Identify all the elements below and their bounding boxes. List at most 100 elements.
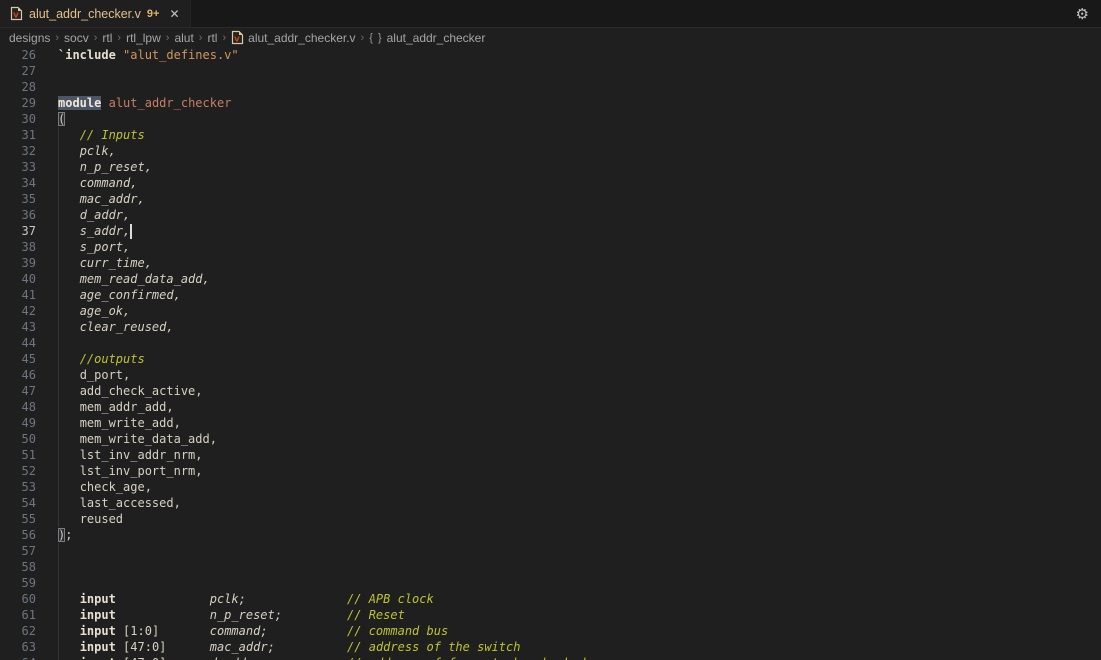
- code-text: [58, 543, 1101, 559]
- code-text: lst_inv_addr_nrm,: [58, 447, 1101, 463]
- svg-text:v: v: [13, 11, 19, 21]
- code-text: age_ok,: [58, 303, 1101, 319]
- code-line-44[interactable]: 44: [0, 335, 1101, 351]
- code-line-58[interactable]: 58: [0, 559, 1101, 575]
- code-line-34[interactable]: 34 command,: [0, 175, 1101, 191]
- line-number: 26: [0, 47, 36, 63]
- breadcrumb-item-alut_addr_checker.v[interactable]: valut_addr_checker.v: [231, 30, 355, 45]
- code-line-53[interactable]: 53 check_age,: [0, 479, 1101, 495]
- code-lines-container: 26`include "alut_defines.v"272829module …: [0, 47, 1101, 660]
- code-line-33[interactable]: 33 n_p_reset,: [0, 159, 1101, 175]
- code-text: input [47:0] d_addr; // address of frame…: [58, 655, 1101, 660]
- code-text: age_confirmed,: [58, 287, 1101, 303]
- code-text: mem_read_data_add,: [58, 271, 1101, 287]
- code-line-61[interactable]: 61 input n_p_reset; // Reset: [0, 607, 1101, 623]
- indent-guide: [58, 543, 59, 660]
- line-number: 62: [0, 623, 36, 639]
- code-text: last_accessed,: [58, 495, 1101, 511]
- code-line-45[interactable]: 45 //outputs: [0, 351, 1101, 367]
- code-line-54[interactable]: 54 last_accessed,: [0, 495, 1101, 511]
- settings-gear-icon[interactable]: ⚙: [1076, 0, 1089, 28]
- code-text: [58, 79, 1101, 95]
- code-line-42[interactable]: 42 age_ok,: [0, 303, 1101, 319]
- code-text: input [1:0] command; // command bus: [58, 623, 1101, 639]
- code-text: mem_addr_add,: [58, 399, 1101, 415]
- breadcrumb-item-rtl[interactable]: rtl: [207, 31, 217, 45]
- breadcrumb-separator: ›: [55, 32, 59, 44]
- code-line-27[interactable]: 27: [0, 63, 1101, 79]
- code-editor[interactable]: 26`include "alut_defines.v"272829module …: [0, 47, 1101, 660]
- tab-alut-addr-checker[interactable]: v alut_addr_checker.v 9+ ✕: [0, 0, 191, 27]
- code-line-31[interactable]: 31 // Inputs: [0, 127, 1101, 143]
- code-line-47[interactable]: 47 add_check_active,: [0, 383, 1101, 399]
- code-text: pclk,: [58, 143, 1101, 159]
- code-line-38[interactable]: 38 s_port,: [0, 239, 1101, 255]
- line-number: 50: [0, 431, 36, 447]
- code-line-57[interactable]: 57: [0, 543, 1101, 559]
- line-number: 52: [0, 463, 36, 479]
- code-line-39[interactable]: 39 curr_time,: [0, 255, 1101, 271]
- breadcrumb-item-rtl_lpw[interactable]: rtl_lpw: [126, 31, 161, 45]
- line-number: 64: [0, 655, 36, 660]
- code-text: curr_time,: [58, 255, 1101, 271]
- code-text: command,: [58, 175, 1101, 191]
- code-line-26[interactable]: 26`include "alut_defines.v": [0, 47, 1101, 63]
- line-number: 27: [0, 63, 36, 79]
- code-text: mem_write_data_add,: [58, 431, 1101, 447]
- breadcrumb-item-rtl[interactable]: rtl: [102, 31, 112, 45]
- close-icon[interactable]: ✕: [169, 8, 179, 20]
- code-text: input n_p_reset; // Reset: [58, 607, 1101, 623]
- code-line-49[interactable]: 49 mem_write_add,: [0, 415, 1101, 431]
- code-line-30[interactable]: 30(: [0, 111, 1101, 127]
- verilog-file-icon: v: [231, 30, 244, 45]
- line-number: 45: [0, 351, 36, 367]
- code-text: n_p_reset,: [58, 159, 1101, 175]
- line-number: 30: [0, 111, 36, 127]
- code-line-43[interactable]: 43 clear_reused,: [0, 319, 1101, 335]
- code-line-52[interactable]: 52 lst_inv_port_nrm,: [0, 463, 1101, 479]
- breadcrumb-item-alut[interactable]: alut: [174, 31, 193, 45]
- code-line-46[interactable]: 46 d_port,: [0, 367, 1101, 383]
- code-line-55[interactable]: 55 reused: [0, 511, 1101, 527]
- indent-guide: [58, 127, 59, 527]
- line-number: 61: [0, 607, 36, 623]
- line-number: 48: [0, 399, 36, 415]
- code-line-41[interactable]: 41 age_confirmed,: [0, 287, 1101, 303]
- code-line-56[interactable]: 56);: [0, 527, 1101, 543]
- line-number: 59: [0, 575, 36, 591]
- code-line-51[interactable]: 51 lst_inv_addr_nrm,: [0, 447, 1101, 463]
- code-line-63[interactable]: 63 input [47:0] mac_addr; // address of …: [0, 639, 1101, 655]
- code-line-64[interactable]: 64 input [47:0] d_addr; // address of fr…: [0, 655, 1101, 660]
- text-cursor: [130, 224, 132, 239]
- code-line-50[interactable]: 50 mem_write_data_add,: [0, 431, 1101, 447]
- breadcrumb-item-designs[interactable]: designs: [9, 31, 50, 45]
- line-number: 56: [0, 527, 36, 543]
- code-text: [58, 575, 1101, 591]
- code-line-37[interactable]: 37 s_addr,: [0, 223, 1101, 239]
- code-line-32[interactable]: 32 pclk,: [0, 143, 1101, 159]
- line-number: 49: [0, 415, 36, 431]
- line-number: 39: [0, 255, 36, 271]
- code-line-40[interactable]: 40 mem_read_data_add,: [0, 271, 1101, 287]
- line-number: 35: [0, 191, 36, 207]
- breadcrumb-item-socv[interactable]: socv: [64, 31, 89, 45]
- line-number: 60: [0, 591, 36, 607]
- code-line-28[interactable]: 28: [0, 79, 1101, 95]
- code-text: );: [58, 527, 1101, 543]
- code-line-60[interactable]: 60 input pclk; // APB clock: [0, 591, 1101, 607]
- code-text: clear_reused,: [58, 319, 1101, 335]
- code-text: mac_addr,: [58, 191, 1101, 207]
- code-line-29[interactable]: 29module alut_addr_checker: [0, 95, 1101, 111]
- line-number: 28: [0, 79, 36, 95]
- code-line-35[interactable]: 35 mac_addr,: [0, 191, 1101, 207]
- code-line-59[interactable]: 59: [0, 575, 1101, 591]
- line-number: 53: [0, 479, 36, 495]
- breadcrumb: designs›socv›rtl›rtl_lpw›alut›rtl›valut_…: [0, 28, 1101, 47]
- code-line-36[interactable]: 36 d_addr,: [0, 207, 1101, 223]
- line-number: 34: [0, 175, 36, 191]
- code-text: [58, 63, 1101, 79]
- code-line-48[interactable]: 48 mem_addr_add,: [0, 399, 1101, 415]
- code-line-62[interactable]: 62 input [1:0] command; // command bus: [0, 623, 1101, 639]
- line-number: 31: [0, 127, 36, 143]
- breadcrumb-item-alut_addr_checker[interactable]: { }alut_addr_checker: [369, 31, 485, 45]
